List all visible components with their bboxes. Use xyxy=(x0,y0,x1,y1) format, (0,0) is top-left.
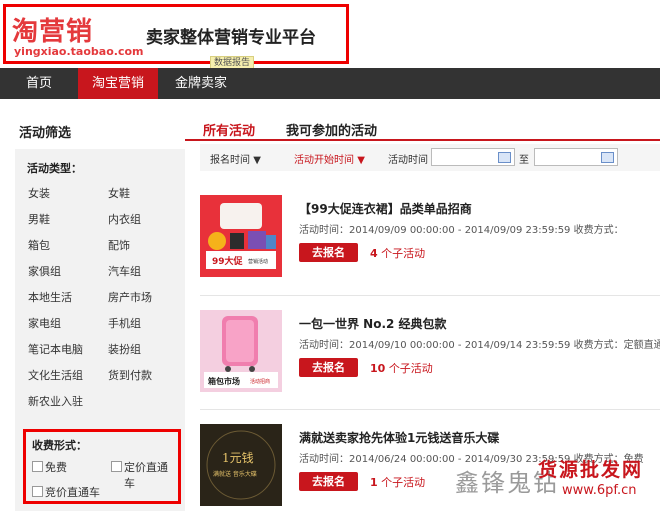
nav-home[interactable]: 首页 xyxy=(0,68,78,99)
tab-all-activities[interactable]: 所有活动 xyxy=(203,120,255,139)
fee-fixed-checkbox[interactable] xyxy=(111,461,122,472)
sub-count-number: 1 xyxy=(370,476,378,489)
thumb-tag: 营销活动 xyxy=(248,258,268,265)
category-link[interactable]: 房产市场 xyxy=(108,289,152,305)
activity-title[interactable]: 一包一世界 No.2 经典包款 xyxy=(299,315,447,332)
calendar-icon[interactable] xyxy=(498,152,511,163)
fee-free-checkbox[interactable] xyxy=(32,461,43,472)
category-link[interactable]: 女鞋 xyxy=(108,185,130,201)
fee-fixed-label[interactable]: 定价直通车 xyxy=(124,459,178,491)
thumb-tag: 活动招商 xyxy=(250,378,270,385)
sort-signup-label: 报名时间 xyxy=(210,155,250,166)
logo[interactable]: 淘营销 xyxy=(12,11,93,48)
sub-activity-count[interactable]: 10 个子活动 xyxy=(370,360,433,376)
sort-start-time[interactable]: 活动开始时间 ▼ xyxy=(294,151,365,166)
date-to-input[interactable] xyxy=(534,148,618,166)
category-link[interactable]: 箱包 xyxy=(28,237,50,253)
activity-title[interactable]: 满就送卖家抢先体验1元钱送音乐大碟 xyxy=(299,429,499,446)
category-link[interactable]: 笔记本电脑 xyxy=(28,341,83,357)
fee-type-label: 收费形式： xyxy=(32,439,87,452)
signup-button[interactable]: 去报名 xyxy=(299,243,358,262)
divider xyxy=(200,295,660,296)
activity-type-label: 活动类型： xyxy=(27,162,82,175)
sort-start-label: 活动开始时间 xyxy=(294,155,354,166)
thumb-label: 99大促 xyxy=(212,255,244,267)
time-range-label: 活动时间 xyxy=(388,155,428,166)
category-link[interactable]: 文化生活组 xyxy=(28,367,83,383)
sidebar: 活动筛选 活动类型： 女装 女鞋 男鞋 内衣组 箱包 配饰 家俱组 汽车组 本地… xyxy=(0,99,185,511)
category-link[interactable]: 新农业入驻 xyxy=(28,393,83,409)
activity-title[interactable]: 【99大促连衣裙】品类单品招商 xyxy=(299,200,472,217)
category-link[interactable]: 男鞋 xyxy=(28,211,50,227)
filter-panel: 活动类型： 女装 女鞋 男鞋 内衣组 箱包 配饰 家俱组 汽车组 本地生活 房产… xyxy=(15,149,185,511)
date-from-input[interactable] xyxy=(431,148,515,166)
sub-count-suffix: 个子活动 xyxy=(381,476,426,489)
category-link[interactable]: 汽车组 xyxy=(108,263,141,279)
category-link[interactable]: 手机组 xyxy=(108,315,141,331)
activity-thumbnail[interactable]: 1元钱 满就送 音乐大碟 xyxy=(200,424,282,506)
activity-time: 活动时间：2014/09/09 00:00:00 - 2014/09/09 23… xyxy=(299,225,624,236)
date-to-label: 至 xyxy=(519,155,529,166)
sort-filter-bar: 报名时间 ▼ 活动开始时间 ▼ 活动时间 至 xyxy=(200,144,660,171)
slogan: 卖家整体营销专业平台 xyxy=(146,28,316,48)
sort-down-icon: ▼ xyxy=(357,155,365,166)
main-nav: 首页 淘宝营销 金牌卖家 xyxy=(0,68,660,99)
calendar-icon[interactable] xyxy=(601,152,614,163)
divider xyxy=(200,409,660,410)
thumb-label: 箱包市场 xyxy=(208,376,240,386)
signup-button[interactable]: 去报名 xyxy=(299,472,358,491)
sort-down-icon: ▼ xyxy=(253,155,261,166)
category-link[interactable]: 配饰 xyxy=(108,237,130,253)
signup-button[interactable]: 去报名 xyxy=(299,358,358,377)
sidebar-title: 活动筛选 xyxy=(19,126,72,141)
nav-gold-seller[interactable]: 金牌卖家 xyxy=(158,68,244,99)
fee-bid-label[interactable]: 竞价直通车 xyxy=(45,484,100,500)
luggage-promo-image: 箱包市场 活动招商 xyxy=(200,310,282,392)
logo-highlight-box: 淘营销 yingxiao.taobao.com 卖家整体营销专业平台 xyxy=(3,4,349,64)
sort-signup-time[interactable]: 报名时间 ▼ xyxy=(210,151,261,166)
category-link[interactable]: 家电组 xyxy=(28,315,61,331)
activity-thumbnail[interactable]: 箱包市场 活动招商 xyxy=(200,310,282,392)
nav-taobao-marketing[interactable]: 淘宝营销 xyxy=(78,68,158,99)
watermark-site-url: www.6pf.cn xyxy=(562,483,637,498)
category-link[interactable]: 女装 xyxy=(28,185,50,201)
music-promo-image: 1元钱 满就送 音乐大碟 xyxy=(200,424,282,506)
tab-eligible-activities[interactable]: 我可参加的活动 xyxy=(286,120,377,139)
dress-promo-image: 99大促 营销活动 xyxy=(200,195,282,277)
activity-thumbnail[interactable]: 99大促 营销活动 xyxy=(200,195,282,277)
thumb-label: 1元钱 xyxy=(222,450,254,465)
category-link[interactable]: 家俱组 xyxy=(28,263,61,279)
activity-item: 99大促 营销活动 【99大促连衣裙】品类单品招商 活动时间：2014/09/0… xyxy=(200,195,660,285)
fee-type-highlight-box: 收费形式： 免费 定价直通车 竞价直通车 xyxy=(23,429,181,504)
watermark-site-name: 货源批发网 xyxy=(538,459,644,481)
header: 淘营销 yingxiao.taobao.com 卖家整体营销专业平台 数据报告 xyxy=(0,0,660,71)
activity-list-area: 所有活动 我可参加的活动 报名时间 ▼ 活动开始时间 ▼ 活动时间 至 99大促… xyxy=(185,99,660,511)
sub-activity-count[interactable]: 4 个子活动 xyxy=(370,245,425,261)
sub-activity-count[interactable]: 1 个子活动 xyxy=(370,474,425,490)
activity-item: 箱包市场 活动招商 一包一世界 No.2 经典包款 活动时间：2014/09/1… xyxy=(200,310,660,400)
sub-count-suffix: 个子活动 xyxy=(381,247,426,260)
thumb-tag: 满就送 音乐大碟 xyxy=(213,470,257,478)
tab-underline xyxy=(185,139,660,141)
fee-free-label[interactable]: 免费 xyxy=(45,459,67,475)
sub-count-number: 4 xyxy=(370,247,378,260)
category-link[interactable]: 本地生活 xyxy=(28,289,72,305)
activity-time: 活动时间：2014/09/10 00:00:00 - 2014/09/14 23… xyxy=(299,340,660,351)
logo-url[interactable]: yingxiao.taobao.com xyxy=(14,45,143,58)
category-link[interactable]: 装扮组 xyxy=(108,341,141,357)
fee-bid-checkbox[interactable] xyxy=(32,486,43,497)
category-link[interactable]: 内衣组 xyxy=(108,211,141,227)
sub-count-suffix: 个子活动 xyxy=(388,362,433,375)
category-link[interactable]: 货到付款 xyxy=(108,367,152,383)
sub-count-number: 10 xyxy=(370,362,386,375)
